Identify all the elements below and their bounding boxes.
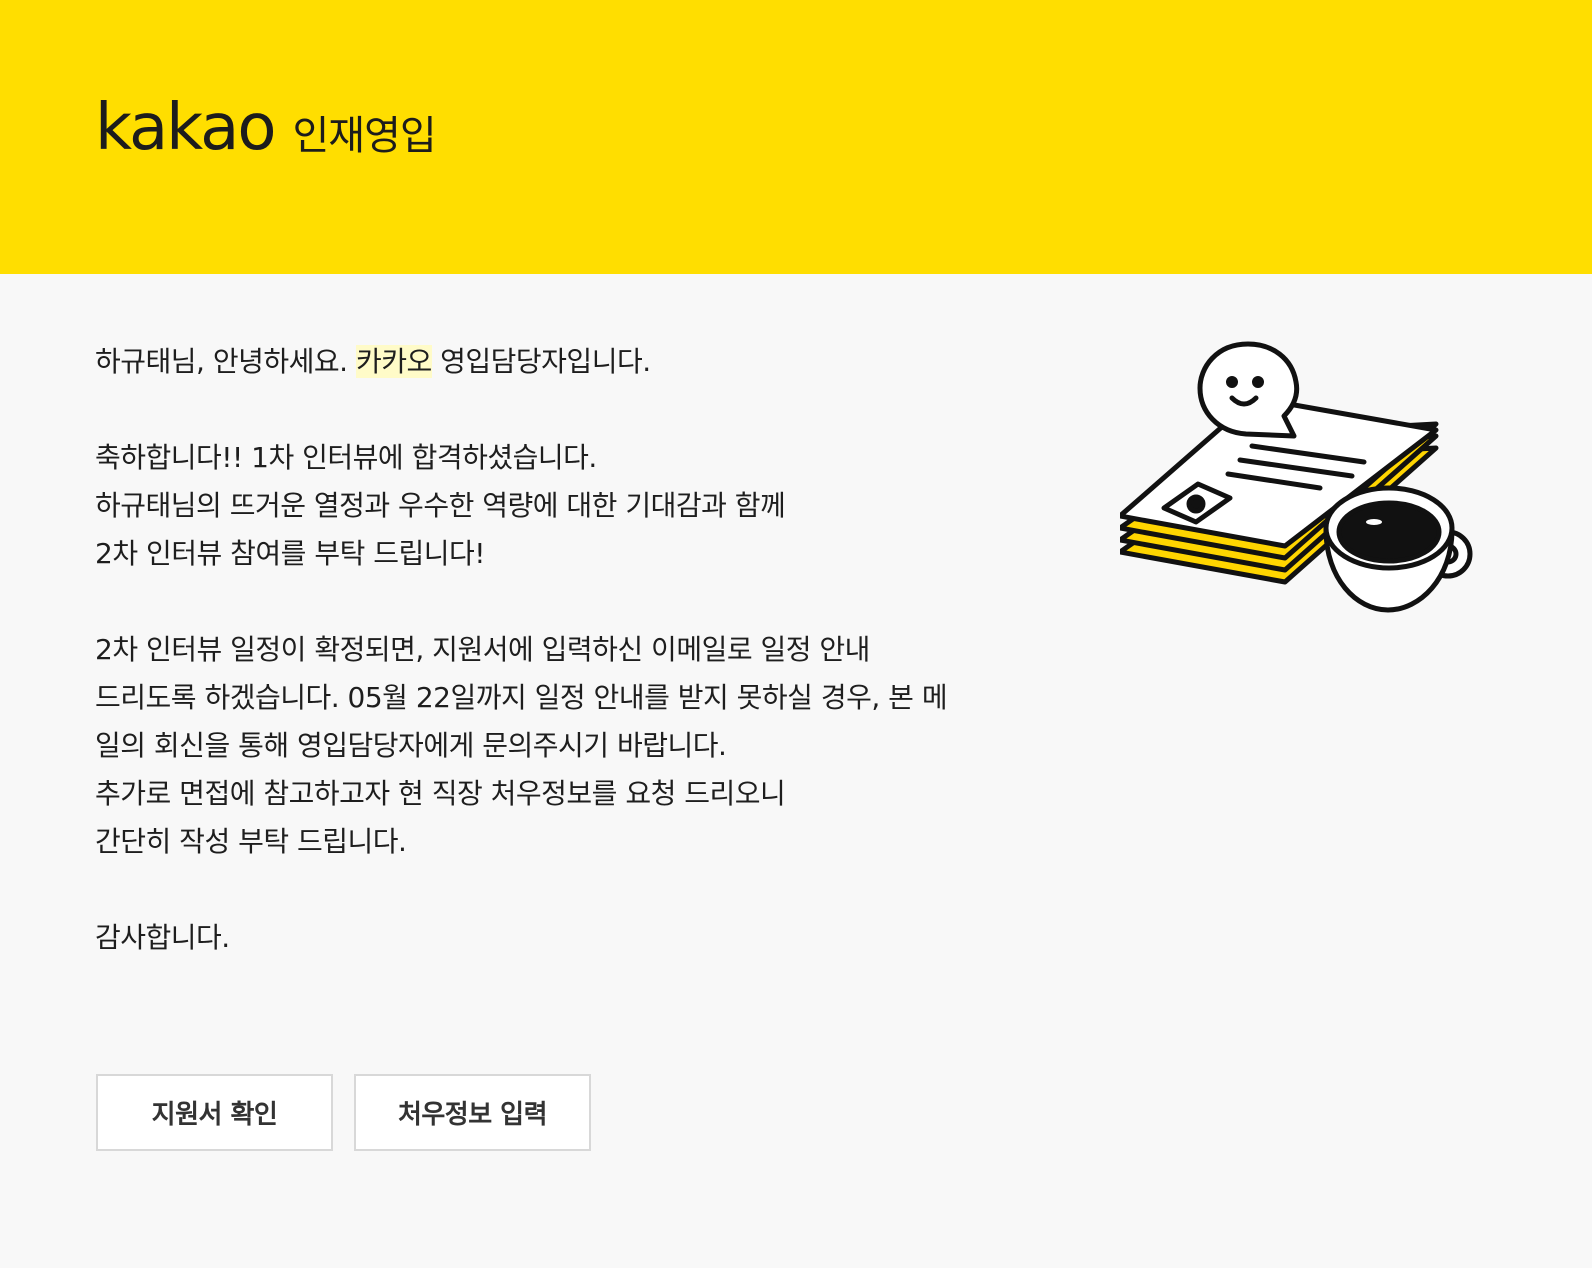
action-buttons: 지원서 확인 처우정보 입력 (96, 1074, 591, 1151)
congrats-paragraph: 축하합니다!! 1차 인터뷰에 합격하셨습니다. 하규태님의 뜨거운 열정과 우… (95, 434, 1035, 578)
schedule-line: 간단히 작성 부탁 드립니다. (95, 825, 407, 858)
enter-compensation-button[interactable]: 처우정보 입력 (354, 1074, 591, 1151)
schedule-line: 2차 인터뷰 일정이 확정되면, 지원서에 입력하신 이메일로 일정 안내 (95, 633, 870, 666)
schedule-line: 드리도록 하겠습니다. 05월 22일까지 일정 안내를 받지 못하실 경우, … (95, 681, 948, 714)
view-application-button[interactable]: 지원서 확인 (96, 1074, 333, 1151)
email-body: 하규태님, 안녕하세요. 카카오 영입담당자입니다. 축하합니다!! 1차 인터… (95, 338, 1035, 1010)
congrats-line: 축하합니다!! 1차 인터뷰에 합격하셨습니다. (95, 441, 597, 474)
schedule-line: 추가로 면접에 참고하고자 현 직장 처우정보를 요청 드리오니 (95, 777, 786, 810)
congrats-line: 하규태님의 뜨거운 열정과 우수한 역량에 대한 기대감과 함께 (95, 489, 786, 522)
greeting-prefix: 하규태님, 안녕하세요. (95, 345, 356, 378)
highlighted-company: 카카오 (355, 345, 432, 378)
schedule-line: 일의 회신을 통해 영입담당자에게 문의주시기 바랍니다. (95, 729, 727, 762)
schedule-paragraph: 2차 인터뷰 일정이 확정되면, 지원서에 입력하신 이메일로 일정 안내 드리… (95, 626, 1035, 866)
header-banner: kakao 인재영입 (0, 0, 1592, 274)
documents-coffee-illustration (1120, 341, 1473, 613)
logo-subtitle: 인재영입 (292, 113, 436, 159)
kakao-logo: kakao 인재영입 (95, 91, 437, 165)
greeting-paragraph: 하규태님, 안녕하세요. 카카오 영입담당자입니다. (95, 338, 1035, 386)
closing-paragraph: 감사합니다. (95, 921, 230, 954)
congrats-line: 2차 인터뷰 참여를 부탁 드립니다! (95, 537, 486, 570)
logo-wordmark: kakao (95, 91, 276, 165)
greeting-suffix: 영입담당자입니다. (431, 345, 651, 378)
